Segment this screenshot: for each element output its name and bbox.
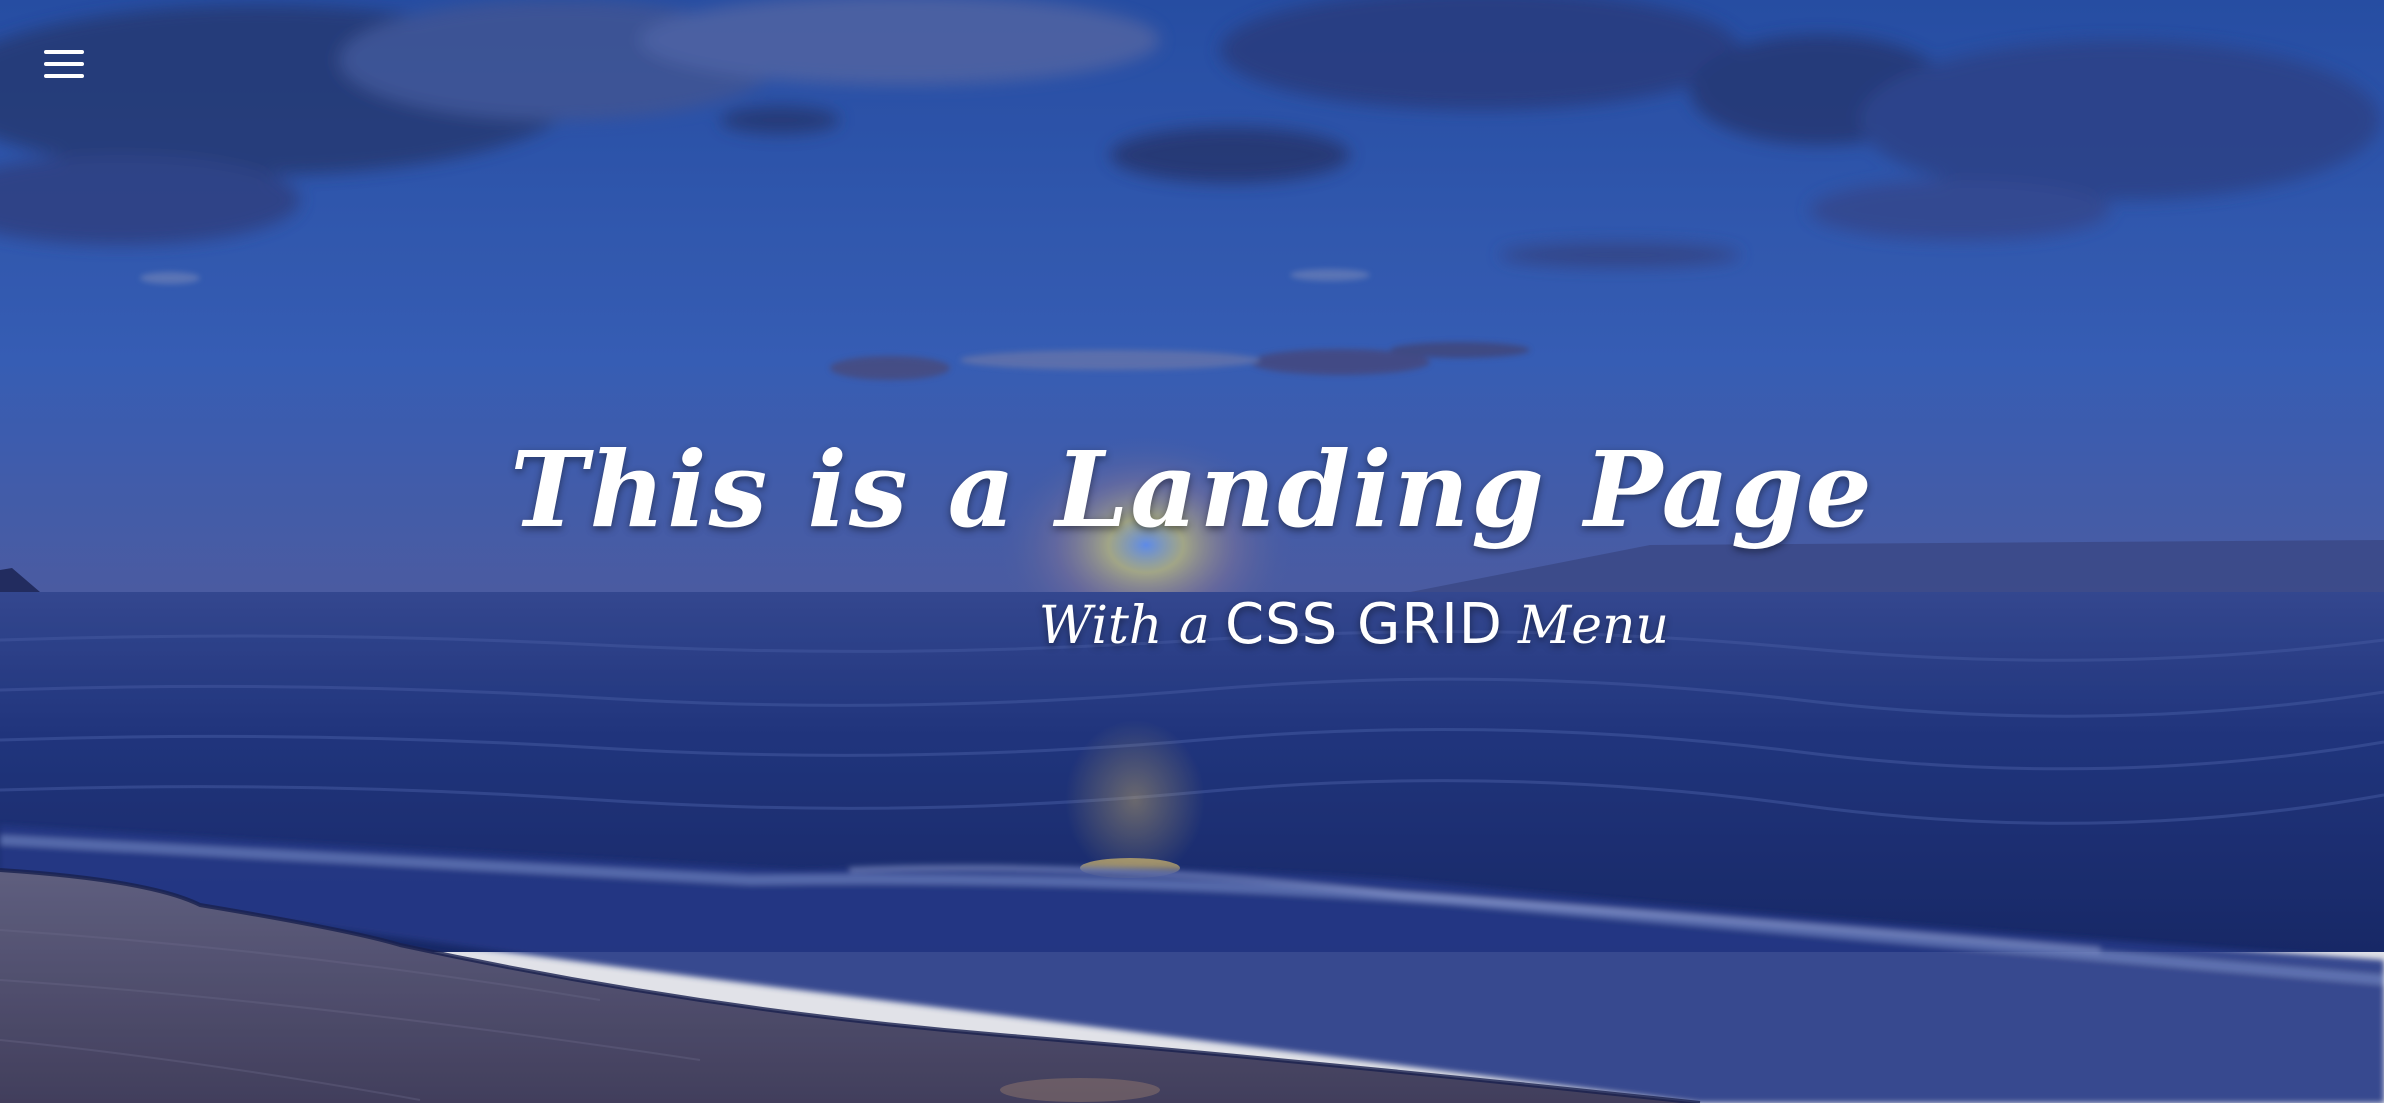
beach-sunset-background [0, 0, 2384, 1103]
hamburger-icon-bar [44, 50, 84, 54]
hamburger-icon-bar [44, 74, 84, 78]
hamburger-menu-button[interactable] [38, 44, 88, 84]
hero-headline: This is a Landing Page [0, 430, 2384, 550]
subtitle-suffix: Menu [1518, 596, 1669, 656]
subtitle-prefix: With a [1038, 596, 1210, 656]
subtitle-highlight: CSS GRID [1224, 592, 1503, 657]
page-title: This is a Landing Page [510, 428, 1874, 551]
hamburger-icon-bar [44, 62, 84, 66]
page-subtitle: With a CSS GRID Menu [1039, 592, 1669, 657]
hero-section: This is a Landing Page With a CSS GRID M… [0, 0, 2384, 1103]
